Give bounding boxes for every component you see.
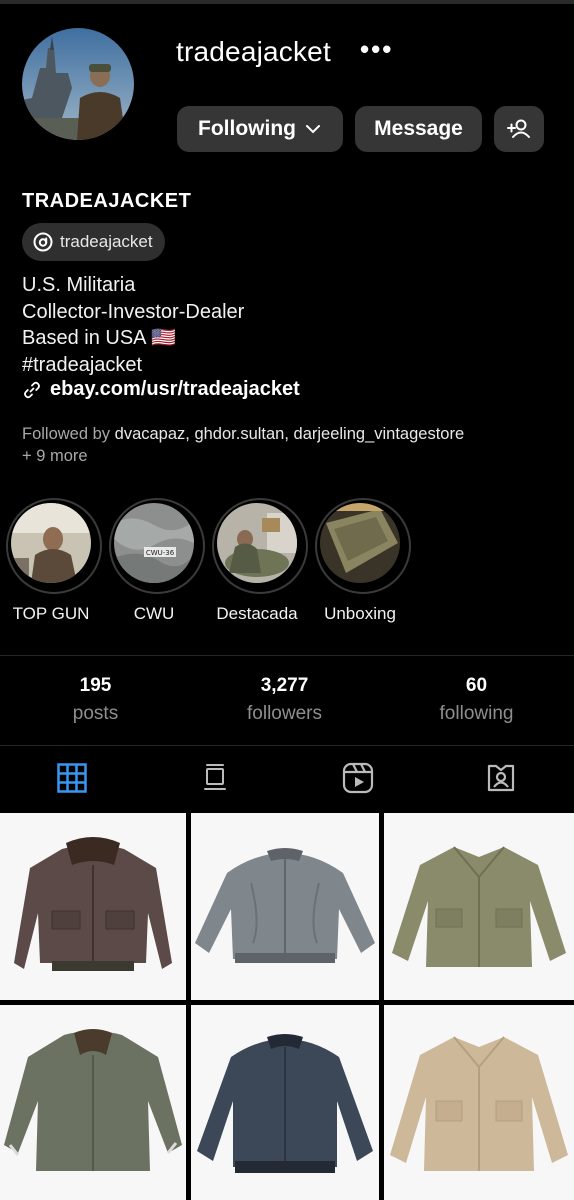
highlight-tag-text: CWU-36 xyxy=(146,549,175,557)
followed-by[interactable]: Followed by dvacapaz, ghdor.sultan, darj… xyxy=(22,423,562,467)
stat-followers[interactable]: 3,277 followers xyxy=(189,675,380,725)
guide-icon xyxy=(203,764,226,790)
highlight-label: Unboxing xyxy=(324,604,396,623)
divider xyxy=(0,655,574,656)
stat-followers-label: followers xyxy=(247,703,322,724)
highlight-cover xyxy=(11,503,91,583)
profile-avatar[interactable] xyxy=(22,28,134,140)
stat-following-label: following xyxy=(439,703,514,724)
reels-icon xyxy=(342,762,373,794)
suggest-users-button[interactable] xyxy=(494,106,544,152)
post-thumbnail[interactable] xyxy=(0,813,186,1000)
followed-by-prefix: Followed by xyxy=(22,425,111,443)
tab-tagged[interactable] xyxy=(429,746,572,810)
chevron-down-icon xyxy=(305,125,320,134)
post-thumbnail[interactable] xyxy=(0,1005,186,1200)
tagged-icon xyxy=(487,764,514,792)
threads-handle: tradeajacket xyxy=(60,232,153,251)
post-thumbnail[interactable] xyxy=(191,813,379,1000)
stat-following[interactable]: 60 following xyxy=(381,675,572,725)
tab-guides[interactable] xyxy=(143,746,286,810)
tab-reels[interactable] xyxy=(286,746,429,810)
bio-line: Collector-Investor-Dealer xyxy=(22,300,245,323)
threads-icon xyxy=(33,232,53,252)
stat-posts-label: posts xyxy=(72,703,119,724)
stat-following-value: 60 xyxy=(465,675,488,696)
stat-posts: 195 posts xyxy=(0,675,191,725)
highlight-ring xyxy=(212,498,308,594)
highlight-label: TOP GUN xyxy=(12,604,90,623)
highlight-cover xyxy=(320,503,400,583)
display-name: TRADEAJACKET xyxy=(22,190,192,212)
highlight-label: CWU xyxy=(133,604,175,623)
message-button[interactable]: Message xyxy=(355,106,482,152)
post-thumbnail[interactable] xyxy=(384,813,574,1000)
grid-icon xyxy=(56,763,87,793)
top-edge xyxy=(0,0,574,4)
more-options-icon[interactable]: ••• xyxy=(360,34,393,65)
followed-by-more: + 9 more xyxy=(22,447,88,465)
stat-followers-value: 3,277 xyxy=(260,675,309,696)
bio-hashtag[interactable]: #tradeajacket xyxy=(22,352,244,379)
bio-line: Based in USA 🇺🇸 xyxy=(22,327,176,349)
profile-link-text: ebay.com/usr/tradeajacket xyxy=(50,378,300,400)
stat-posts-value: 195 xyxy=(79,675,112,696)
tab-grid[interactable] xyxy=(0,746,143,810)
highlight-cover xyxy=(217,503,297,583)
highlight-cover: CWU-36 xyxy=(114,503,194,583)
followed-by-names: dvacapaz, ghdor.sultan, darjeeling_vinta… xyxy=(114,425,465,443)
post-thumbnail[interactable] xyxy=(384,1005,574,1200)
highlight-ring xyxy=(315,498,411,594)
highlight-destacada[interactable]: Destacada xyxy=(212,498,308,624)
add-person-icon xyxy=(507,119,530,138)
profile-bio: U.S. Militaria Collector-Investor-Dealer… xyxy=(22,272,244,378)
highlight-top-gun[interactable]: TOP GUN xyxy=(6,498,102,624)
message-label: Message xyxy=(374,117,463,140)
threads-badge[interactable]: tradeajacket xyxy=(22,223,165,261)
highlight-unboxing[interactable]: Unboxing xyxy=(315,498,411,624)
highlight-label: Destacada xyxy=(216,604,298,623)
following-button[interactable]: Following xyxy=(177,106,343,152)
highlight-ring: CWU-36 xyxy=(109,498,205,594)
link-icon xyxy=(24,381,40,398)
highlight-cwu[interactable]: CWU-36 CWU xyxy=(109,498,205,624)
profile-username: tradeajacket xyxy=(176,36,331,67)
post-thumbnail[interactable] xyxy=(191,1005,379,1200)
profile-link[interactable]: ebay.com/usr/tradeajacket xyxy=(22,378,300,401)
bio-line: U.S. Militaria xyxy=(22,274,136,296)
following-label: Following xyxy=(198,117,296,140)
highlight-ring xyxy=(6,498,102,594)
